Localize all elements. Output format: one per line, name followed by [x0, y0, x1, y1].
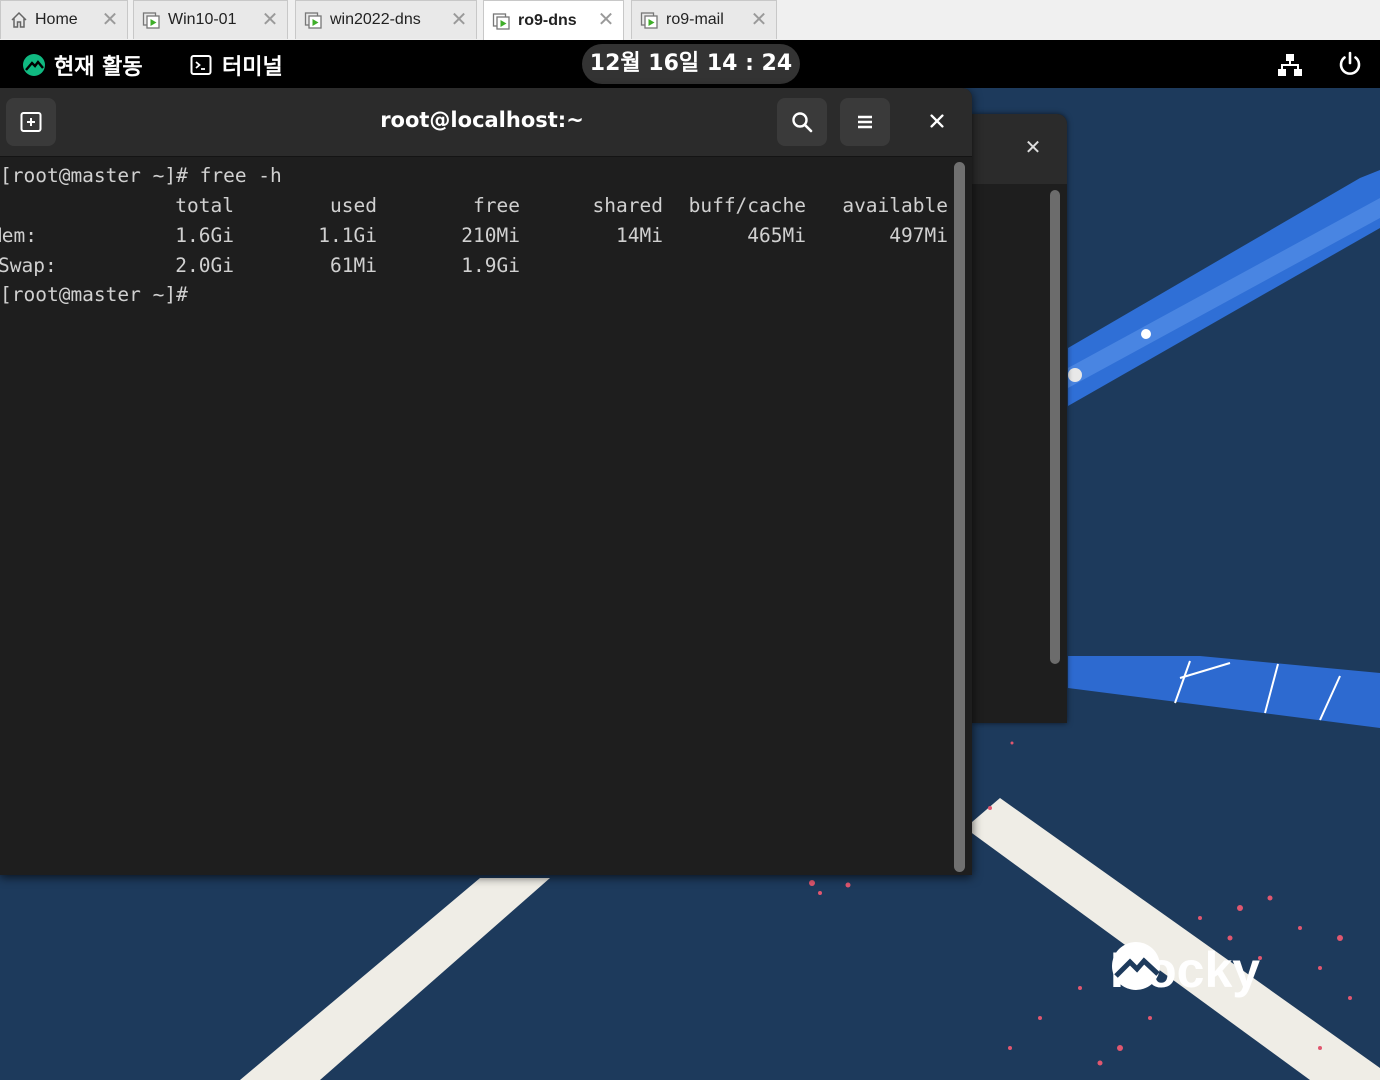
command-text: free -h	[199, 164, 282, 187]
row-label: Swap:	[0, 254, 57, 277]
network-icon[interactable]	[1277, 52, 1303, 78]
background-window-close-icon[interactable]: ✕	[1022, 136, 1044, 158]
terminal-icon	[190, 55, 212, 75]
header-total: total	[175, 194, 234, 217]
tab-close-icon[interactable]: ✕	[99, 9, 121, 31]
tab-home[interactable]: Home ✕	[0, 0, 128, 39]
terminal-scrollbar[interactable]	[954, 162, 965, 872]
search-icon	[792, 112, 813, 133]
clock-button[interactable]: 12월 16일 14 : 24	[582, 44, 800, 84]
vm-tab-strip: Home ✕ Win10-01 ✕ win2022-dns ✕ ro9-dns …	[0, 0, 1380, 41]
free-mem-row: Mem: 1.6Gi 1.1Gi 210Mi 14Mi 465Mi 497Mi	[0, 221, 950, 251]
background-window-scrollbar[interactable]	[1050, 190, 1060, 664]
cell-available	[830, 251, 948, 281]
activities-label: 현재 활동	[54, 55, 143, 80]
rocky-mark-icon	[1112, 942, 1160, 990]
header-buff-cache: buff/cache	[688, 194, 806, 217]
cell-shared	[552, 251, 663, 281]
shell-prompt: [root@master ~]#	[0, 283, 188, 306]
vm-icon	[142, 12, 160, 29]
tab-label: ro9-dns	[518, 11, 577, 29]
tab-ro9-dns[interactable]: ro9-dns ✕	[483, 0, 624, 40]
final-prompt-line: [root@master ~]#	[0, 280, 188, 310]
cell-buff-cache: 465Mi	[747, 224, 806, 247]
terminal-title: root@localhost:~	[380, 108, 584, 132]
tab-win10-01[interactable]: Win10-01 ✕	[133, 0, 288, 39]
vm-icon	[640, 12, 658, 29]
free-header-row: total used free shared buff/cache availa…	[0, 191, 950, 221]
background-terminal-window[interactable]: ✕	[972, 114, 1067, 723]
tab-close-icon[interactable]: ✕	[748, 9, 770, 31]
cell-total: 1.6Gi	[175, 224, 234, 247]
tab-label: ro9-mail	[666, 11, 724, 28]
header-free: free	[473, 194, 520, 217]
terminal-window: root@localhost:~ [root@master ~]# free -…	[0, 88, 972, 875]
cell-total: 2.0Gi	[175, 254, 234, 277]
header-used: used	[330, 194, 377, 217]
cell-available: 497Mi	[889, 224, 948, 247]
tab-label: Win10-01	[168, 11, 237, 28]
vm-icon	[492, 12, 510, 30]
new-tab-button[interactable]	[6, 98, 56, 146]
shell-prompt: [root@master ~]#	[0, 164, 188, 187]
rocky-logo-icon	[23, 54, 45, 76]
cell-shared: 14Mi	[616, 224, 663, 247]
home-icon	[11, 11, 27, 28]
tab-ro9-mail[interactable]: ro9-mail ✕	[631, 0, 777, 39]
header-available: available	[842, 194, 948, 217]
row-label: Mem:	[0, 224, 37, 247]
cell-buff-cache	[684, 251, 806, 281]
app-menu-terminal[interactable]: 터미널	[190, 49, 283, 81]
free-swap-row: Swap: 2.0Gi 61Mi 1.9Gi	[0, 251, 950, 281]
terminal-output[interactable]: [root@master ~]# free -h total used free…	[0, 158, 950, 875]
gnome-top-bar: 현재 활동 터미널 12월 16일 14 : 24	[0, 40, 1380, 88]
terminal-headerbar: root@localhost:~	[0, 88, 972, 157]
header-shared: shared	[592, 194, 663, 217]
tab-close-icon[interactable]: ✕	[595, 9, 617, 31]
new-tab-icon	[20, 112, 42, 132]
tab-label: win2022-dns	[330, 11, 421, 28]
rocky-wallpaper-logo: Rocky	[1110, 940, 1310, 1000]
command-line: [root@master ~]# free -h	[0, 161, 282, 191]
background-window-headerbar	[972, 114, 1067, 184]
cell-used: 1.1Gi	[318, 224, 377, 247]
close-button[interactable]	[914, 98, 960, 144]
tab-close-icon[interactable]: ✕	[448, 9, 470, 31]
tab-label: Home	[35, 11, 78, 28]
activities-button[interactable]: 현재 활동	[22, 49, 143, 81]
hamburger-menu-icon	[858, 115, 872, 129]
tab-close-icon[interactable]: ✕	[259, 9, 281, 31]
app-menu-label: 터미널	[222, 55, 283, 80]
cell-free: 210Mi	[461, 224, 520, 247]
search-button[interactable]	[777, 98, 827, 146]
close-icon	[930, 114, 944, 128]
cell-free: 1.9Gi	[461, 254, 520, 277]
menu-button[interactable]	[840, 98, 890, 146]
cell-used: 61Mi	[330, 254, 377, 277]
power-icon[interactable]	[1337, 51, 1363, 77]
tab-win2022-dns[interactable]: win2022-dns ✕	[295, 0, 477, 39]
vm-icon	[304, 12, 322, 29]
